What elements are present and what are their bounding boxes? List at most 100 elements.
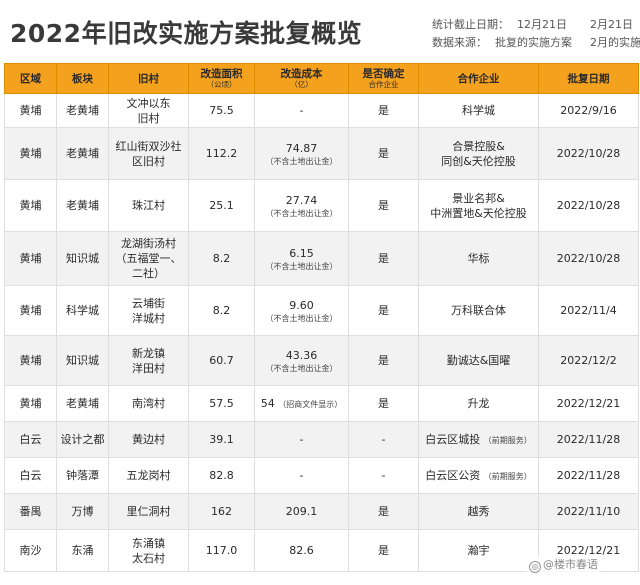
stat-date-value: 12月21日 (517, 18, 567, 31)
cost-value: 6.15 (289, 246, 314, 260)
table-row: 黄埔 老黄埔 文冲以东 旧村 75.5 - 是 科学城 2022/9/16 (4, 93, 639, 128)
cell-sector: 知识城 (56, 335, 109, 386)
watermark-logo-icon: ◎ (529, 561, 541, 573)
watermark-text: @楼市春语 (543, 558, 598, 571)
cell-partner: 勤诚达&国曜 (418, 335, 539, 386)
cell-sector: 老黄埔 (56, 127, 109, 180)
cell-partner: 瀚宇 (418, 529, 539, 572)
table-row: 黄埔 老黄埔 红山街双沙社 区旧村 112.2 74.87 （不含土地出让金）是合景控股& 同… (4, 127, 639, 180)
cell-confirmed: 是 (348, 285, 419, 336)
cell-village: 云埔街 洋城村 (108, 285, 189, 336)
cost-note: （招商文件显示） (278, 399, 343, 409)
cell-region: 黄埔 (4, 285, 57, 336)
cell-sector: 东涌 (56, 529, 109, 572)
cell-area: 75.5 (188, 93, 255, 128)
cost-value: 209.1 (285, 505, 318, 518)
cost-value: - (299, 469, 304, 482)
source-label: 数据来源： (432, 36, 487, 49)
cell-area: 8.2 (188, 231, 255, 286)
cell-confirmed: 是 (348, 179, 419, 232)
approval-table: 区域 板块 旧村 改造面积 （公顷） 改造成本 （亿） 是否确定 合作企业 合作企业 批复日期 黄埔… (4, 63, 639, 572)
column-header: 批复日期 (538, 63, 639, 94)
cell-sector: 老黄埔 (56, 385, 109, 422)
cell-village: 南湾村 (108, 385, 189, 422)
cell-cost: 43.36 （不含土地出让金） (254, 335, 349, 386)
column-header: 板块 (56, 63, 109, 94)
cell-village: 黄边村 (108, 421, 189, 458)
cell-partner: 白云区公资 （前期服务） (418, 457, 539, 494)
cell-sector: 万博 (56, 493, 109, 530)
cell-date: 2022/12/21 (538, 385, 639, 422)
cell-confirmed: 是 (348, 385, 419, 422)
cell-region: 白云 (4, 457, 57, 494)
cell-area: 112.2 (188, 127, 255, 180)
cell-region: 白云 (4, 421, 57, 458)
column-header-label: 改造面积 (200, 68, 243, 80)
column-header: 改造面积 （公顷） (188, 63, 255, 94)
cell-cost: 6.15 （不含土地出让金） (254, 231, 349, 286)
cell-confirmed: 是 (348, 127, 419, 180)
cell-partner: 升龙 (418, 385, 539, 422)
cell-region: 黄埔 (4, 385, 57, 422)
table-row: 白云 钟落潭 五龙岗村 82.8- - 白云区公资 （前期服务） 2022/11/28 (4, 457, 639, 494)
cell-sector: 老黄埔 (56, 179, 109, 232)
table-row: 黄埔 科学城 云埔街 洋城村 8.2 9.60 （不含土地出让金）是万科联合体 2022/11… (4, 285, 639, 336)
page-header: 2022年旧改实施方案批复概览 统计截止日期： 12月21日 2月21日 数据来源：… (0, 0, 640, 62)
watermark: ◎ @楼市春语 (526, 556, 601, 573)
cell-cost: 82.6 (254, 529, 349, 572)
cell-area: 162 (188, 493, 255, 530)
cell-area: 60.7 (188, 335, 255, 386)
table-row: 番禺 万博 里仁洞村 162 209.1 是 越秀 2022/11/10 (4, 493, 639, 530)
partner-value: 越秀 (467, 505, 490, 518)
cell-date: 2022/10/28 (538, 179, 639, 232)
table-body: 黄埔 老黄埔 文冲以东 旧村 75.5- 是科学城 2022/9/16 黄埔 老黄埔 红山街双沙社… (4, 93, 639, 572)
cell-village: 文冲以东 旧村 (108, 93, 189, 128)
cell-village: 龙湖街汤村 （五福堂一、 二社） (108, 231, 189, 286)
column-header-label: 板块 (72, 72, 93, 85)
column-header-sub: （公顷） (206, 80, 237, 89)
partner-value: 勤诚达&国曜 (446, 354, 511, 367)
column-header-label: 合作企业 (457, 72, 500, 85)
cell-confirmed: - (348, 421, 419, 458)
cell-area: 117.0 (188, 529, 255, 572)
page-title: 2022年旧改实施方案批复概览 (10, 19, 363, 48)
cost-value: 82.6 (289, 544, 314, 557)
table-row: 黄埔 知识城 龙湖街汤村 （五福堂一、 二社） 8.2 6.15 （不含土地出让金）是华标 20… (4, 231, 639, 286)
cell-village: 东涌镇 太石村 (108, 529, 189, 572)
table-row: 白云 设计之都 黄边村 39.1- - 白云区城投 （前期服务） 2022/11/28 (4, 421, 639, 458)
cell-date: 2022/12/2 (538, 335, 639, 386)
cell-area: 39.1 (188, 421, 255, 458)
cell-cost: 209.1 (254, 493, 349, 530)
table-row: 黄埔 老黄埔 南湾村 57.5 54 （招商文件显示）是升龙 2022/12/21 (4, 385, 639, 422)
cell-region: 黄埔 (4, 335, 57, 386)
cell-region: 南沙 (4, 529, 57, 572)
cell-date: 2022/11/28 (538, 421, 639, 458)
cost-note: （不含土地出让金） (265, 156, 338, 166)
column-header-label: 是否确定 (362, 68, 405, 80)
partner-value: 万科联合体 (451, 304, 506, 317)
column-header-label: 区域 (20, 72, 41, 85)
cell-partner: 白云区城投 （前期服务） (418, 421, 539, 458)
column-header: 区域 (4, 63, 57, 94)
partner-value: 合景控股& 同创&天伦控股 (441, 139, 516, 168)
cell-village: 五龙岗村 (108, 457, 189, 494)
cell-date: 2022/11/4 (538, 285, 639, 336)
cell-confirmed: 是 (348, 529, 419, 572)
source-line: 数据来源： 批复的实施方案 2月的实施方案 (432, 34, 640, 50)
column-header-label: 改造成本 (280, 68, 323, 80)
source-value-ghost: 2月的实施方案 (590, 36, 640, 49)
cell-partner: 华标 (418, 231, 539, 286)
column-header-label: 批复日期 (567, 72, 610, 85)
cost-note: （不含土地出让金） (265, 363, 338, 373)
cell-date: 2022/11/10 (538, 493, 639, 530)
column-header: 改造成本 （亿） (254, 63, 349, 94)
cell-area: 25.1 (188, 179, 255, 232)
cost-value: - (299, 433, 304, 446)
table-row: 黄埔 知识城 新龙镇 洋田村 60.7 43.36 （不含土地出让金）是勤诚达&国曜 2022… (4, 335, 639, 386)
cell-area: 57.5 (188, 385, 255, 422)
cell-confirmed: - (348, 457, 419, 494)
partner-note: （前期服务） (483, 471, 532, 481)
column-header-sub: （亿） (290, 80, 313, 89)
cost-note: （不含土地出让金） (265, 313, 338, 323)
cell-cost: - (254, 93, 349, 128)
